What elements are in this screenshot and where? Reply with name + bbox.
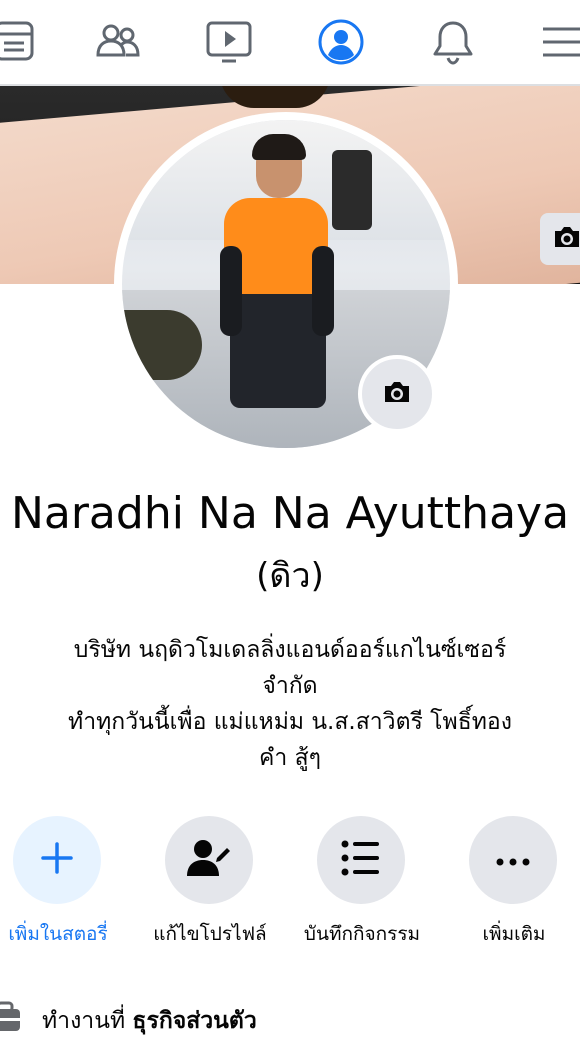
- bio-line: บริษัท นฤดิวโมเดลลิ่งแอนด์ออร์แกไนซ์เซอร…: [73, 637, 507, 663]
- activity-log-icon: [341, 840, 381, 880]
- avatar-hair-shape: [252, 134, 306, 160]
- hamburger-menu-icon: [537, 17, 580, 67]
- work-place[interactable]: ธุรกิจส่วนตัว: [132, 1008, 256, 1034]
- bio-line: จำกัด: [262, 673, 318, 699]
- activity-log-circle: [317, 816, 405, 904]
- bio-line: ทำทุกวันนี้เพื่อ แม่แหม่ม น.ส.สาวิตรี โพ…: [68, 709, 512, 735]
- nav-feed-tab[interactable]: [0, 0, 50, 84]
- news-feed-icon: [0, 17, 40, 67]
- profile-bio: บริษัท นฤดิวโมเดลลิ่งแอนด์ออร์แกไนซ์เซอร…: [0, 632, 580, 776]
- friends-icon: [93, 17, 143, 67]
- nav-menu-tab[interactable]: [527, 0, 580, 84]
- profile-icon: [316, 17, 366, 67]
- avatar-arm-shape: [220, 246, 242, 336]
- activity-log-button[interactable]: บันทึกกิจกรรม: [297, 816, 427, 946]
- add-to-story-button[interactable]: เพิ่มในสตอรี่: [0, 816, 123, 946]
- edit-profile-icon: [187, 838, 231, 882]
- watch-video-icon: [204, 17, 254, 67]
- camera-icon: [552, 224, 580, 254]
- camera-icon: [382, 379, 412, 409]
- work-prefix: ทำงานที่: [42, 1008, 126, 1034]
- edit-profile-picture-button[interactable]: [358, 355, 436, 433]
- nav-notifications-tab[interactable]: [418, 0, 488, 84]
- avatar-pot-shape: [122, 310, 202, 380]
- bell-icon: [428, 17, 478, 67]
- work-info-row: ทำงานที่ ธุรกิจส่วนตัว: [0, 995, 580, 1045]
- briefcase-icon: [0, 1001, 22, 1033]
- avatar-arm-shape: [312, 246, 334, 336]
- profile-nickname: (ดิว): [256, 556, 324, 596]
- plus-icon: [40, 841, 74, 879]
- more-icon: [496, 851, 530, 870]
- more-circle: [469, 816, 557, 904]
- nav-watch-tab[interactable]: [194, 0, 264, 84]
- more-button[interactable]: เพิ่มเติม: [449, 816, 579, 946]
- add-to-story-circle: [13, 816, 101, 904]
- profile-name: Naradhi Na Na Ayutthaya: [10, 488, 570, 539]
- activity-log-label: บันทึกกิจกรรม: [303, 923, 421, 945]
- edit-cover-photo-button[interactable]: [540, 213, 580, 265]
- bio-line: คำ สู้ๆ: [258, 745, 321, 771]
- work-text: ทำงานที่ ธุรกิจส่วนตัว: [42, 1003, 257, 1039]
- more-label: เพิ่มเติม: [482, 923, 546, 945]
- edit-profile-label: แก้ไขโปรไฟล์: [153, 923, 267, 945]
- edit-profile-circle: [165, 816, 253, 904]
- add-to-story-label: เพิ่มในสตอรี่: [8, 923, 108, 945]
- nav-friends-tab[interactable]: [83, 0, 153, 84]
- avatar-pillar-shape: [332, 150, 372, 230]
- nav-profile-tab[interactable]: [306, 0, 376, 84]
- edit-profile-button[interactable]: แก้ไขโปรไฟล์: [145, 816, 275, 946]
- top-navigation-bar: [0, 0, 580, 86]
